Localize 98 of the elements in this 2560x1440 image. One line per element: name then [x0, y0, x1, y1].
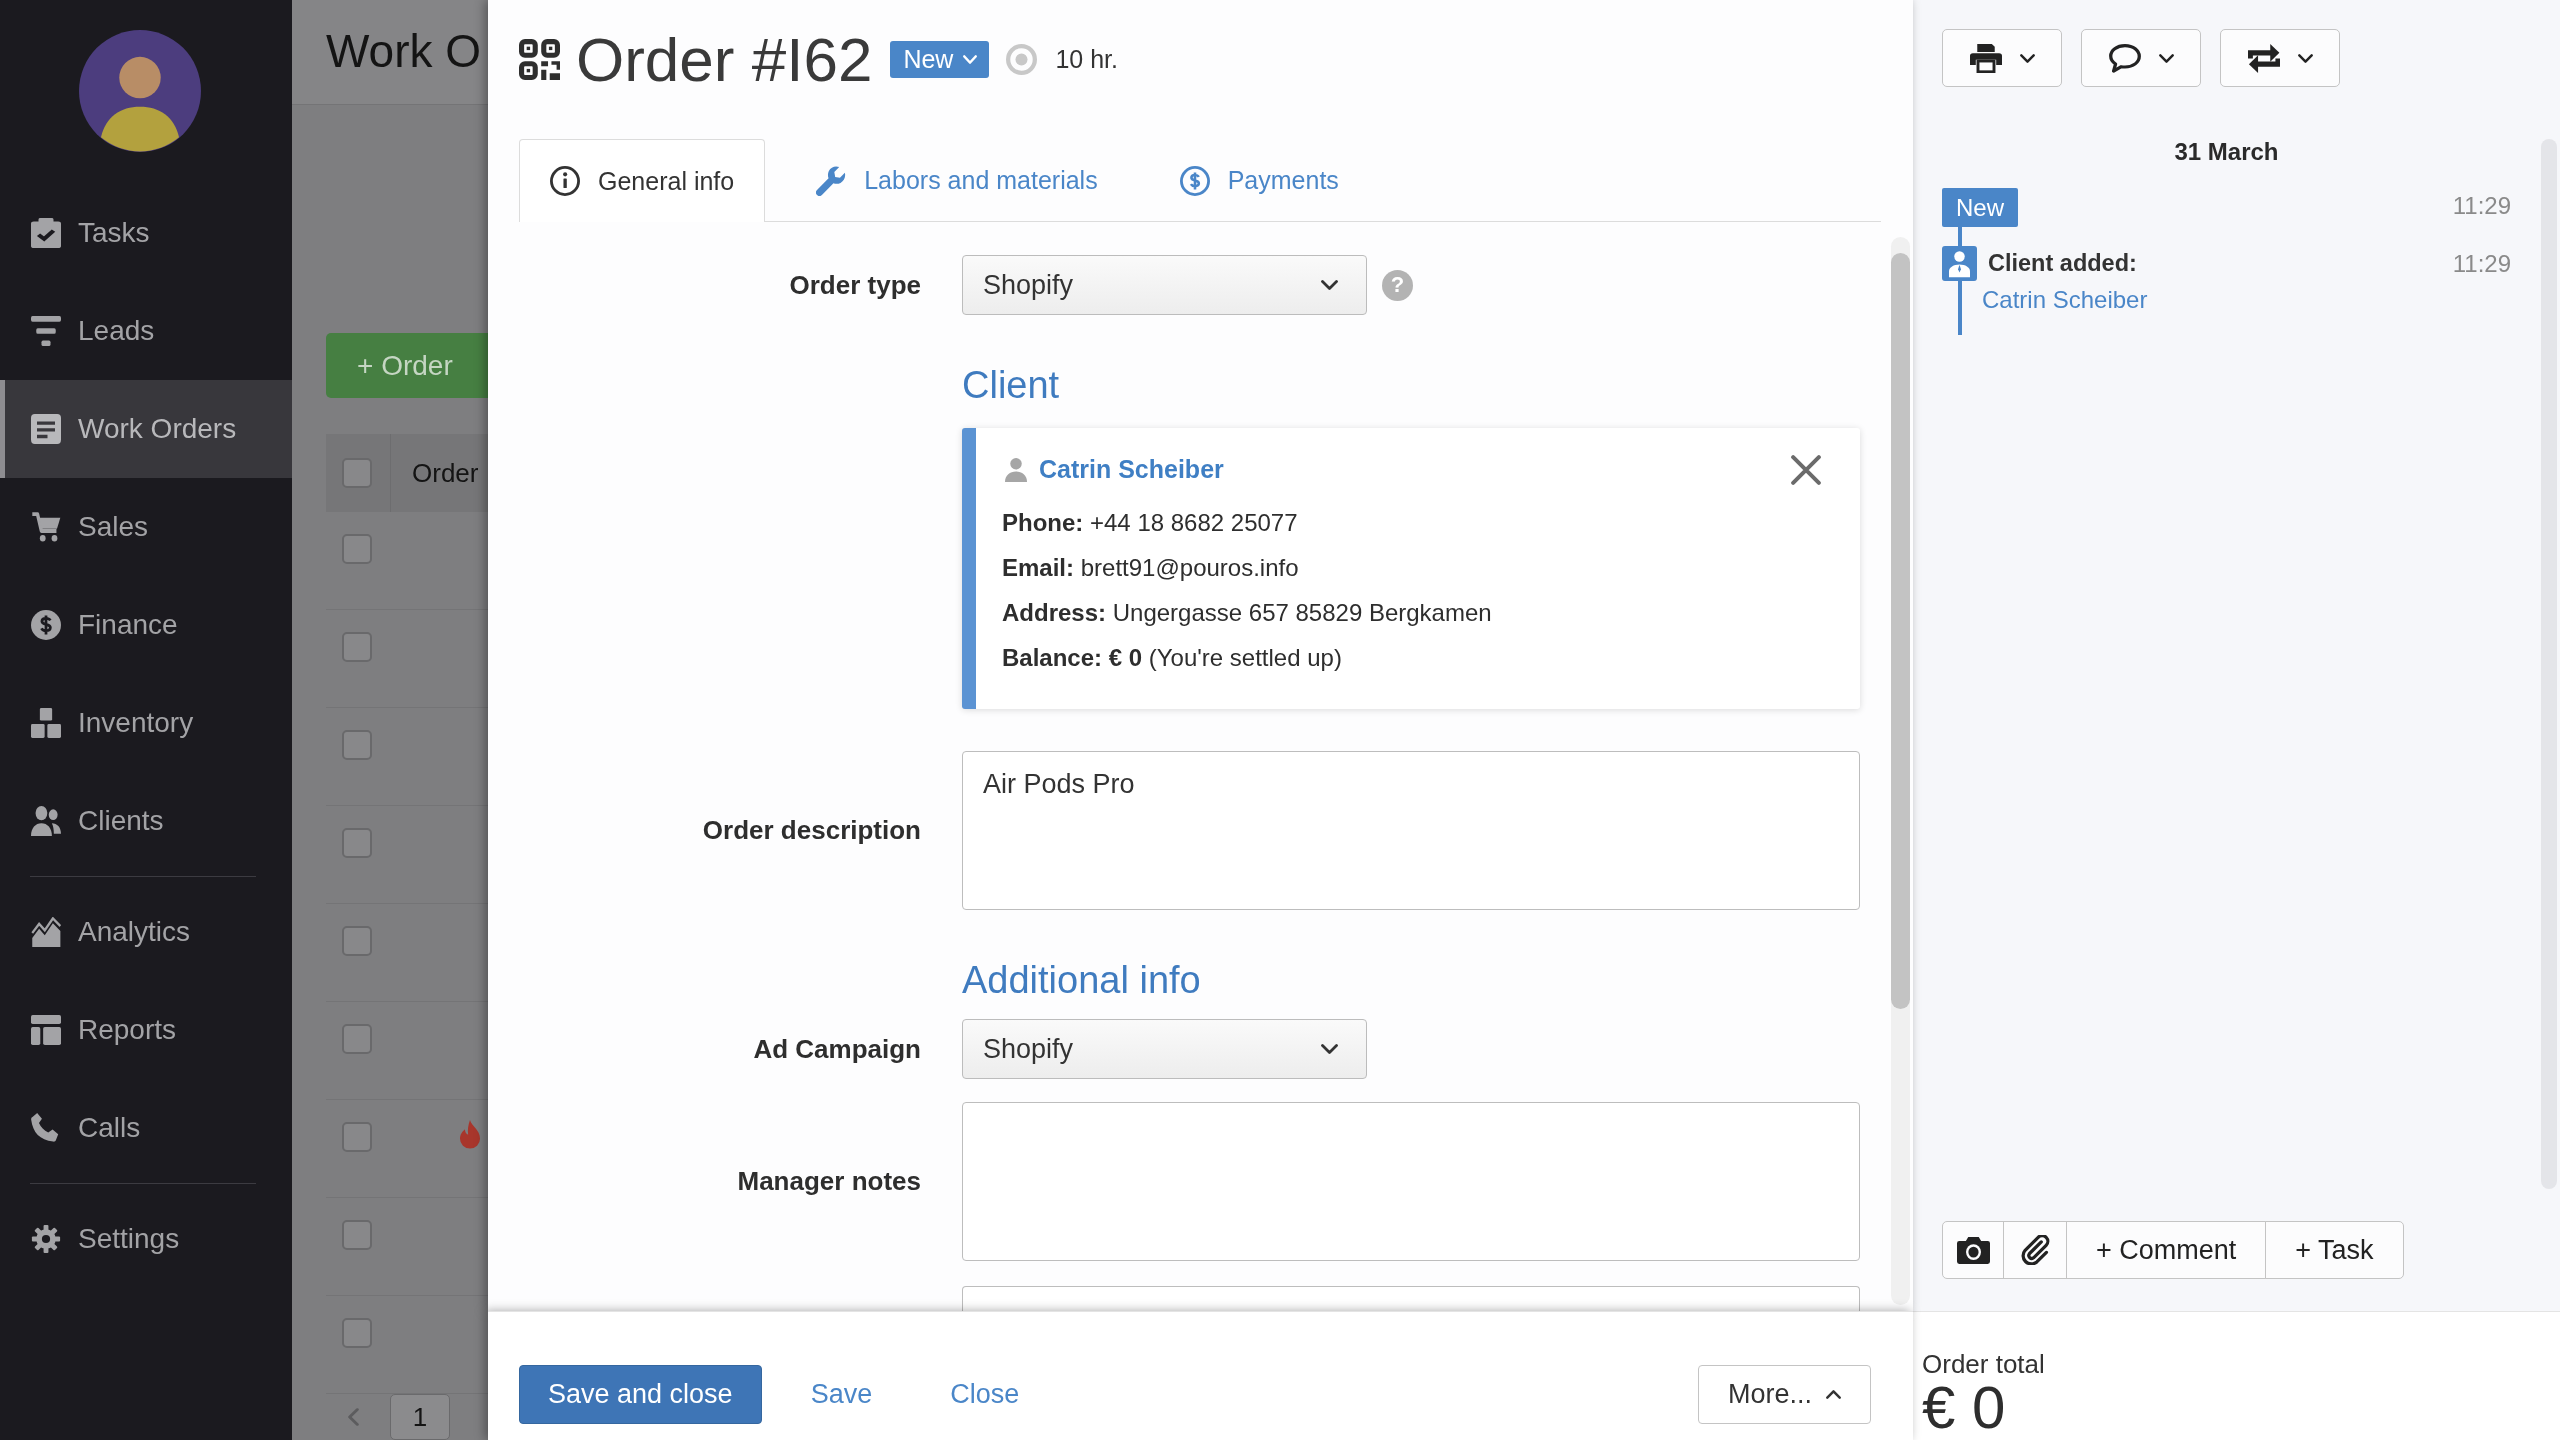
- checkbox[interactable]: [342, 926, 372, 956]
- speech-bubble-icon: [2108, 43, 2141, 73]
- print-menu-button[interactable]: [1942, 29, 2062, 87]
- sidebar-item[interactable]: Leads: [0, 282, 292, 380]
- clipboard-check-icon: [31, 218, 61, 248]
- checkbox[interactable]: [342, 1220, 372, 1250]
- tab[interactable]: Payments: [1148, 139, 1370, 221]
- dollar-circle-icon: [1179, 165, 1210, 196]
- sidebar-item[interactable]: Reports: [0, 981, 292, 1079]
- field-label: Order description: [702, 815, 921, 846]
- sidebar-item[interactable]: Calls: [0, 1079, 292, 1177]
- client-detail: Balance: € 0 (You're settled up): [1002, 643, 1342, 673]
- status-dropdown[interactable]: New: [890, 41, 990, 78]
- camera-button[interactable]: [1942, 1221, 2004, 1279]
- page-title: Work O: [326, 24, 482, 79]
- dollar-coin-icon: [31, 610, 61, 640]
- client-name-link[interactable]: Catrin Scheiber: [1039, 455, 1224, 484]
- event-time: 11:29: [2452, 248, 2511, 279]
- info-icon: [550, 166, 580, 196]
- tab[interactable]: Labors and materials: [785, 139, 1129, 221]
- field-label: Manager notes: [737, 1166, 921, 1197]
- checkbox[interactable]: [342, 730, 372, 760]
- sidebar-item[interactable]: Sales: [0, 478, 292, 576]
- checkbox[interactable]: [342, 1122, 372, 1152]
- event-title: Client added:: [1988, 250, 2137, 277]
- sidebar-item[interactable]: Tasks: [0, 184, 292, 282]
- more-button[interactable]: More...: [1698, 1365, 1871, 1424]
- repeat-arrows-icon: [2247, 43, 2280, 73]
- field-label: Ad Campaign: [753, 1033, 921, 1065]
- chevron-left-icon[interactable]: [348, 1408, 359, 1426]
- message-menu-button[interactable]: [2081, 29, 2201, 87]
- field-label: Order type: [789, 269, 921, 301]
- caret-up-icon: [1826, 1390, 1841, 1399]
- document-icon: [31, 414, 61, 444]
- link-button[interactable]: Close: [950, 1379, 1020, 1410]
- phone-icon: [31, 1113, 61, 1143]
- printer-icon: [1969, 43, 2002, 73]
- camera-icon: [1956, 1236, 1990, 1264]
- event-time: 11:29: [2452, 191, 2511, 221]
- elapsed-time: 10 hr.: [1055, 45, 1118, 74]
- table-icon: [31, 1015, 61, 1045]
- people-icon: [31, 806, 61, 836]
- client-detail: Phone: +44 18 8682 25077: [1002, 508, 1298, 538]
- chevron-down-icon: [2019, 53, 2035, 63]
- text-area[interactable]: Air Pods Pro: [962, 751, 1860, 910]
- sidebar-item[interactable]: Settings: [0, 1190, 292, 1288]
- scrollbar-thumb[interactable]: [1891, 253, 1910, 1009]
- target-icon: [1006, 44, 1038, 75]
- sidebar-item[interactable]: Inventory: [0, 674, 292, 772]
- dropdown[interactable]: Shopify: [962, 1019, 1367, 1079]
- qr-code-icon: [519, 39, 560, 80]
- composer-button[interactable]: + Comment: [2066, 1221, 2267, 1279]
- column-header: Order: [412, 457, 479, 489]
- sidebar-item[interactable]: Finance: [0, 576, 292, 674]
- repeat-menu-button[interactable]: [2220, 29, 2340, 87]
- chevron-down-icon: [2297, 53, 2313, 63]
- paperclip-icon: [2020, 1235, 2050, 1265]
- filter-lines-icon: [31, 316, 61, 346]
- sidebar-item[interactable]: Work Orders: [0, 380, 292, 478]
- dropdown[interactable]: Shopify: [962, 255, 1367, 315]
- link-button[interactable]: Save: [810, 1379, 873, 1410]
- chevron-down-icon: [1321, 1044, 1338, 1054]
- checkbox[interactable]: [342, 458, 372, 488]
- checkbox[interactable]: [342, 828, 372, 858]
- checkbox[interactable]: [342, 632, 372, 662]
- boxes-icon: [31, 708, 61, 738]
- text-area[interactable]: [962, 1102, 1860, 1261]
- checkbox[interactable]: [342, 1024, 372, 1054]
- close-icon[interactable]: [1791, 454, 1821, 485]
- tab[interactable]: General info: [519, 139, 766, 222]
- wrench-icon: [816, 165, 847, 196]
- client-name-link[interactable]: Catrin Scheiber: [1982, 285, 2148, 315]
- save-and-close-button[interactable]: Save and close: [519, 1365, 762, 1424]
- order-title: Order #I62: [576, 24, 873, 95]
- client-detail: Address: Ungergasse 657 85829 Bergkamen: [1002, 598, 1492, 628]
- input-field[interactable]: [962, 1286, 1860, 1311]
- chevron-down-icon: [1321, 280, 1338, 290]
- date-heading: 31 March: [2174, 137, 2279, 167]
- total-label: Order total: [1922, 1349, 2045, 1379]
- status-badge: New: [1942, 188, 2018, 227]
- composer-button[interactable]: + Task: [2265, 1221, 2404, 1279]
- client-detail: Email: brett91@pouros.info: [1002, 553, 1299, 583]
- person-icon: [1005, 457, 1027, 482]
- page-button[interactable]: 1: [390, 1394, 450, 1440]
- total-amount: € 0: [1922, 1379, 2006, 1437]
- caret-down-icon: [963, 55, 978, 64]
- checkbox[interactable]: [342, 534, 372, 564]
- area-chart-icon: [31, 917, 61, 947]
- sidebar-item[interactable]: Analytics: [0, 883, 292, 981]
- checkbox[interactable]: [342, 1318, 372, 1348]
- chevron-down-icon: [2158, 53, 2174, 63]
- section-heading: Additional info: [962, 958, 1201, 1003]
- attach-button[interactable]: [2003, 1221, 2067, 1279]
- settings-icon: [31, 1224, 61, 1254]
- sidebar-item[interactable]: Clients: [0, 772, 292, 870]
- cart-icon: [31, 512, 61, 542]
- client-person-icon: [1942, 246, 1977, 281]
- section-heading: Client: [962, 363, 1060, 408]
